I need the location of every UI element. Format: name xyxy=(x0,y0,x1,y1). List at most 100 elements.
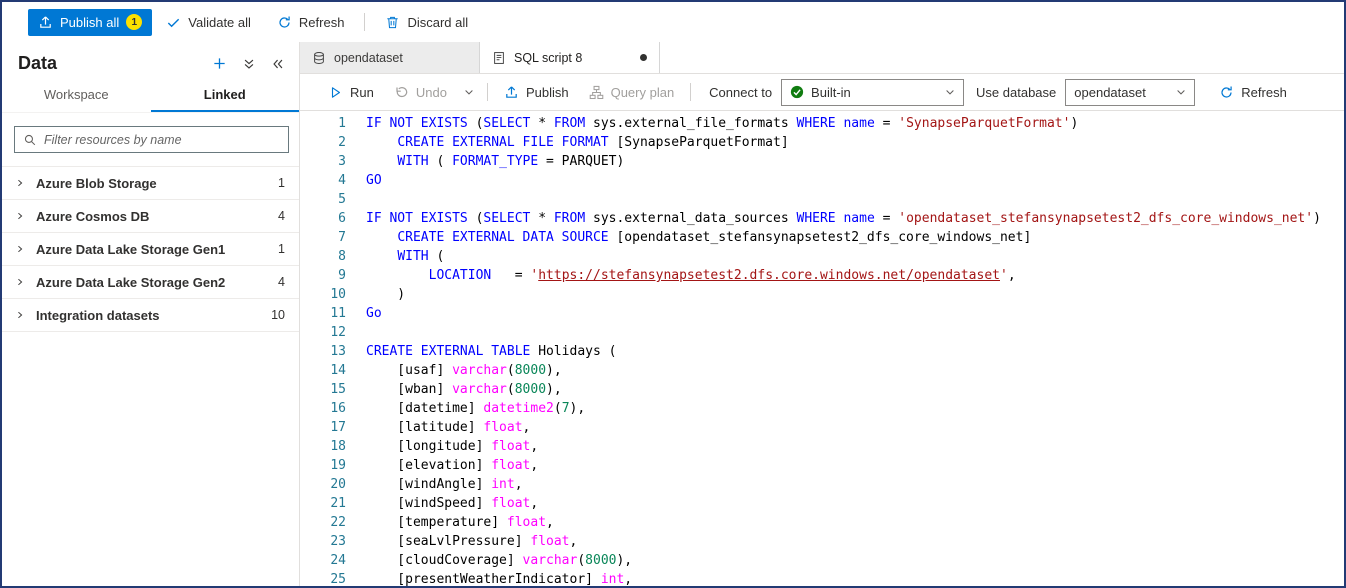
code-line[interactable]: [cloudCoverage] varchar(8000), xyxy=(366,551,1344,570)
tree-item-label: Azure Data Lake Storage Gen2 xyxy=(36,275,278,290)
code-line[interactable]: GO xyxy=(366,171,1344,190)
code-line[interactable]: CREATE EXTERNAL FILE FORMAT [SynapseParq… xyxy=(366,133,1344,152)
chevron-right-icon[interactable] xyxy=(15,211,25,221)
code-line[interactable]: IF NOT EXISTS (SELECT * FROM sys.externa… xyxy=(366,114,1344,133)
tree-item[interactable]: Azure Data Lake Storage Gen11 xyxy=(2,233,299,266)
collapse-panel-icon[interactable] xyxy=(271,57,285,71)
use-database-value: opendataset xyxy=(1074,85,1146,100)
undo-button[interactable]: Undo xyxy=(384,78,457,106)
line-number: 14 xyxy=(300,361,346,380)
code-line[interactable]: [presentWeatherIndicator] int, xyxy=(366,570,1344,586)
publish-all-button[interactable]: Publish all 1 xyxy=(28,9,152,36)
tab-workspace[interactable]: Workspace xyxy=(2,79,151,112)
line-number: 2 xyxy=(300,133,346,152)
app-window: Publish all 1 Validate all Refresh Disca… xyxy=(0,0,1346,588)
line-number: 10 xyxy=(300,285,346,304)
discard-all-button[interactable]: Discard all xyxy=(373,9,480,36)
data-sidebar: Data Workspace Linked xyxy=(2,42,300,586)
code-line[interactable]: IF NOT EXISTS (SELECT * FROM sys.externa… xyxy=(366,209,1344,228)
code-line[interactable]: [elevation] float, xyxy=(366,456,1344,475)
code-line[interactable]: [seaLvlPressure] float, xyxy=(366,532,1344,551)
add-resource-icon[interactable] xyxy=(212,56,227,71)
tree-item[interactable]: Azure Data Lake Storage Gen24 xyxy=(2,266,299,299)
body: Data Workspace Linked xyxy=(2,42,1344,586)
search-icon xyxy=(23,133,37,147)
sidebar-actions xyxy=(212,56,285,71)
tab-sql-script-8[interactable]: SQL script 8 xyxy=(480,42,660,73)
code-line[interactable]: CREATE EXTERNAL DATA SOURCE [opendataset… xyxy=(366,228,1344,247)
top-command-bar: Publish all 1 Validate all Refresh Disca… xyxy=(2,2,1344,42)
chevron-down-icon xyxy=(944,86,956,98)
connect-to-select[interactable]: Built-in xyxy=(781,79,964,106)
tab-linked[interactable]: Linked xyxy=(151,79,300,112)
tree-item-label: Azure Cosmos DB xyxy=(36,209,278,224)
status-ok-icon xyxy=(790,85,804,99)
code-line[interactable]: [latitude] float, xyxy=(366,418,1344,437)
query-plan-icon xyxy=(589,85,604,100)
publish-all-label: Publish all xyxy=(60,15,119,30)
line-number: 6 xyxy=(300,209,346,228)
tree-item-count: 1 xyxy=(278,176,285,190)
filter-input[interactable] xyxy=(44,133,280,147)
connect-to-value: Built-in xyxy=(811,85,851,100)
code-line[interactable]: Go xyxy=(366,304,1344,323)
undo-label: Undo xyxy=(416,85,447,100)
line-numbers: 1234567891011121314151617181920212223242… xyxy=(300,114,350,586)
line-number: 4 xyxy=(300,171,346,190)
run-label: Run xyxy=(350,85,374,100)
code-line[interactable]: LOCATION = 'https://stefansynapsetest2.d… xyxy=(366,266,1344,285)
code-lines[interactable]: IF NOT EXISTS (SELECT * FROM sys.externa… xyxy=(350,114,1344,586)
publish-count-badge: 1 xyxy=(126,14,142,30)
line-number: 16 xyxy=(300,399,346,418)
use-database-select[interactable]: opendataset xyxy=(1065,79,1195,106)
tab-opendataset[interactable]: opendataset xyxy=(300,42,480,73)
chevron-right-icon[interactable] xyxy=(15,310,25,320)
editor-refresh-button[interactable]: Refresh xyxy=(1209,78,1297,106)
unsaved-changes-dot[interactable] xyxy=(640,54,647,61)
validate-all-button[interactable]: Validate all xyxy=(154,9,263,36)
code-line[interactable]: ) xyxy=(366,285,1344,304)
code-line[interactable]: [windAngle] int, xyxy=(366,475,1344,494)
tab-label: opendataset xyxy=(334,51,403,65)
code-line[interactable]: [wban] varchar(8000), xyxy=(366,380,1344,399)
code-line[interactable]: WITH ( xyxy=(366,247,1344,266)
tree-item[interactable]: Integration datasets10 xyxy=(2,299,299,332)
validate-all-label: Validate all xyxy=(188,15,251,30)
tree-item[interactable]: Azure Cosmos DB4 xyxy=(2,200,299,233)
code-line[interactable]: [windSpeed] float, xyxy=(366,494,1344,513)
chevron-right-icon[interactable] xyxy=(15,244,25,254)
use-database-label: Use database xyxy=(964,85,1065,100)
line-number: 3 xyxy=(300,152,346,171)
tree-item-count: 4 xyxy=(278,275,285,289)
code-line[interactable]: [usaf] varchar(8000), xyxy=(366,361,1344,380)
sql-editor[interactable]: 1234567891011121314151617181920212223242… xyxy=(300,111,1344,586)
refresh-button[interactable]: Refresh xyxy=(265,9,357,36)
run-button[interactable]: Run xyxy=(318,78,384,106)
publish-button[interactable]: Publish xyxy=(494,78,579,106)
code-line[interactable] xyxy=(366,190,1344,209)
code-line[interactable]: CREATE EXTERNAL TABLE Holidays ( xyxy=(366,342,1344,361)
code-line[interactable] xyxy=(366,323,1344,342)
chevron-right-icon[interactable] xyxy=(15,178,25,188)
line-number: 9 xyxy=(300,266,346,285)
collapse-all-icon[interactable] xyxy=(242,57,256,71)
code-line[interactable]: [datetime] datetime2(7), xyxy=(366,399,1344,418)
query-plan-button[interactable]: Query plan xyxy=(579,78,685,106)
main-panel: opendataset SQL script 8 Run xyxy=(300,42,1344,586)
code-line[interactable]: WITH ( FORMAT_TYPE = PARQUET) xyxy=(366,152,1344,171)
query-plan-label: Query plan xyxy=(611,85,675,100)
undo-dropdown-chevron[interactable] xyxy=(457,86,481,98)
tree-item-count: 1 xyxy=(278,242,285,256)
code-line[interactable]: [longitude] float, xyxy=(366,437,1344,456)
line-number: 12 xyxy=(300,323,346,342)
line-number: 15 xyxy=(300,380,346,399)
database-icon xyxy=(312,51,326,65)
upload-icon xyxy=(504,85,519,100)
editor-toolbar: Run Undo Publish xyxy=(300,74,1344,111)
code-line[interactable]: [temperature] float, xyxy=(366,513,1344,532)
refresh-label: Refresh xyxy=(299,15,345,30)
tree-item[interactable]: Azure Blob Storage1 xyxy=(2,167,299,200)
chevron-right-icon[interactable] xyxy=(15,277,25,287)
sidebar-tabs: Workspace Linked xyxy=(2,79,299,113)
line-number: 25 xyxy=(300,570,346,586)
